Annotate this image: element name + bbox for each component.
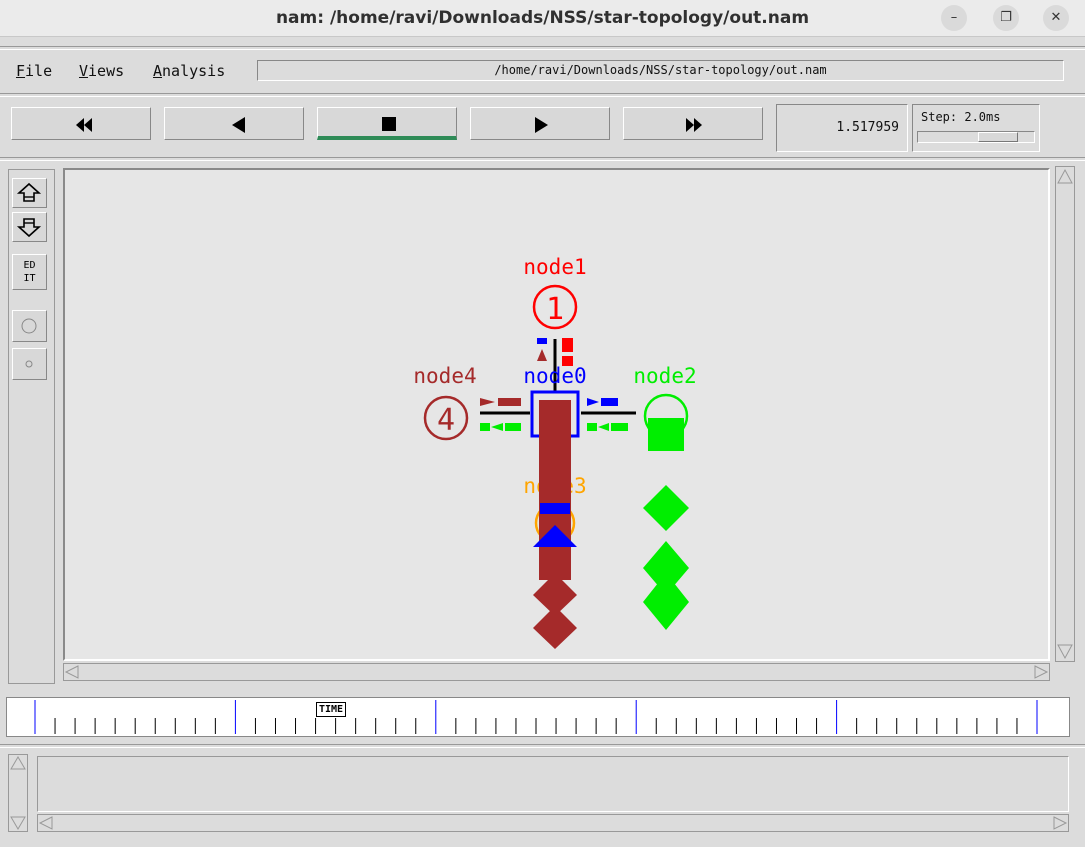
scroll-arrows — [1057, 168, 1073, 660]
tool-panel: ED IT — [8, 169, 55, 684]
queued-packet — [539, 400, 571, 580]
dropped-packet — [643, 485, 689, 531]
separator — [0, 46, 1085, 50]
packet — [480, 398, 495, 406]
separator — [0, 157, 1085, 161]
menu-analysis[interactable]: Analysis — [153, 62, 225, 80]
packet — [587, 398, 599, 406]
packet — [505, 423, 521, 431]
time-marker[interactable]: TIME — [316, 702, 347, 717]
dropped-packet — [533, 606, 577, 649]
maximize-button[interactable]: ❐ — [993, 5, 1019, 31]
packet — [598, 423, 609, 431]
node2-label: node2 — [633, 364, 696, 388]
fast-forward-icon — [686, 118, 702, 132]
edit-label-top: ED — [23, 260, 36, 271]
zoom-out-button[interactable] — [12, 212, 47, 242]
menu-file[interactable]: File — [16, 62, 52, 80]
packet — [587, 423, 597, 431]
step-back-icon — [232, 117, 245, 133]
queued-packet — [540, 503, 570, 514]
queued-packet — [648, 418, 684, 451]
file-path-field: /home/ravi/Downloads/NSS/star-topology/o… — [257, 60, 1064, 81]
circle-tool-button[interactable] — [12, 310, 47, 342]
window-title: nam: /home/ravi/Downloads/NSS/star-topol… — [275, 8, 810, 28]
packet — [491, 423, 503, 431]
separator — [0, 93, 1085, 97]
annotation-panel[interactable] — [37, 756, 1069, 812]
packet — [537, 338, 547, 344]
packet — [601, 398, 618, 406]
node0-label: node0 — [523, 364, 586, 388]
current-time-display: 1.517959 — [776, 104, 908, 152]
node4-id: 4 — [437, 403, 455, 438]
packet — [611, 423, 628, 431]
stop-icon — [382, 117, 396, 131]
zoom-out-icon — [16, 218, 42, 238]
canvas-vertical-scrollbar[interactable] — [1055, 166, 1075, 662]
packet — [537, 349, 547, 361]
annotation-horizontal-scrollbar[interactable] — [37, 814, 1069, 832]
close-button[interactable]: ✕ — [1043, 5, 1069, 31]
scroll-arrows — [38, 816, 1068, 830]
packet — [562, 356, 573, 366]
scroll-arrows — [64, 665, 1049, 679]
step-back-button[interactable] — [164, 107, 304, 140]
step-slider-thumb[interactable] — [978, 132, 1018, 142]
circle-icon — [21, 318, 37, 334]
node4-label: node4 — [413, 364, 476, 388]
animation-canvas[interactable]: node1 1 node4 4 node2 node0 node3 — [63, 168, 1050, 661]
zoom-in-button[interactable] — [12, 178, 47, 208]
small-circle-tool-button[interactable] — [12, 348, 47, 380]
step-slider[interactable] — [917, 131, 1035, 143]
fast-forward-button[interactable] — [623, 107, 763, 140]
separator — [0, 744, 1085, 748]
timeline-slider[interactable]: TIME — [6, 697, 1070, 737]
menu-views[interactable]: Views — [79, 62, 124, 80]
minimize-button[interactable]: – — [941, 5, 967, 31]
packet — [562, 338, 573, 352]
rewind-button[interactable] — [11, 107, 151, 140]
annotation-vertical-scrollbar[interactable] — [8, 754, 28, 832]
zoom-in-icon — [16, 182, 42, 202]
rewind-icon — [76, 118, 92, 132]
scroll-arrows — [10, 756, 26, 830]
play-button[interactable] — [470, 107, 610, 140]
packet — [480, 423, 490, 431]
node1-label: node1 — [523, 255, 586, 279]
stop-button[interactable] — [317, 107, 457, 140]
node1-id: 1 — [546, 292, 564, 327]
step-label: Step: 2.0ms — [921, 110, 1001, 124]
dropped-packet — [643, 573, 689, 630]
canvas-horizontal-scrollbar[interactable] — [63, 663, 1050, 681]
edit-button[interactable]: ED IT — [12, 254, 47, 290]
timeline-ticks — [34, 700, 1038, 734]
small-circle-icon — [25, 360, 33, 368]
edit-label-bottom: IT — [23, 273, 36, 284]
step-control: Step: 2.0ms — [912, 104, 1040, 152]
packet — [498, 398, 521, 406]
play-icon — [535, 117, 548, 133]
topology-drawing: node1 1 node4 4 node2 node0 node3 — [413, 255, 697, 649]
title-bar: nam: /home/ravi/Downloads/NSS/star-topol… — [0, 0, 1085, 37]
